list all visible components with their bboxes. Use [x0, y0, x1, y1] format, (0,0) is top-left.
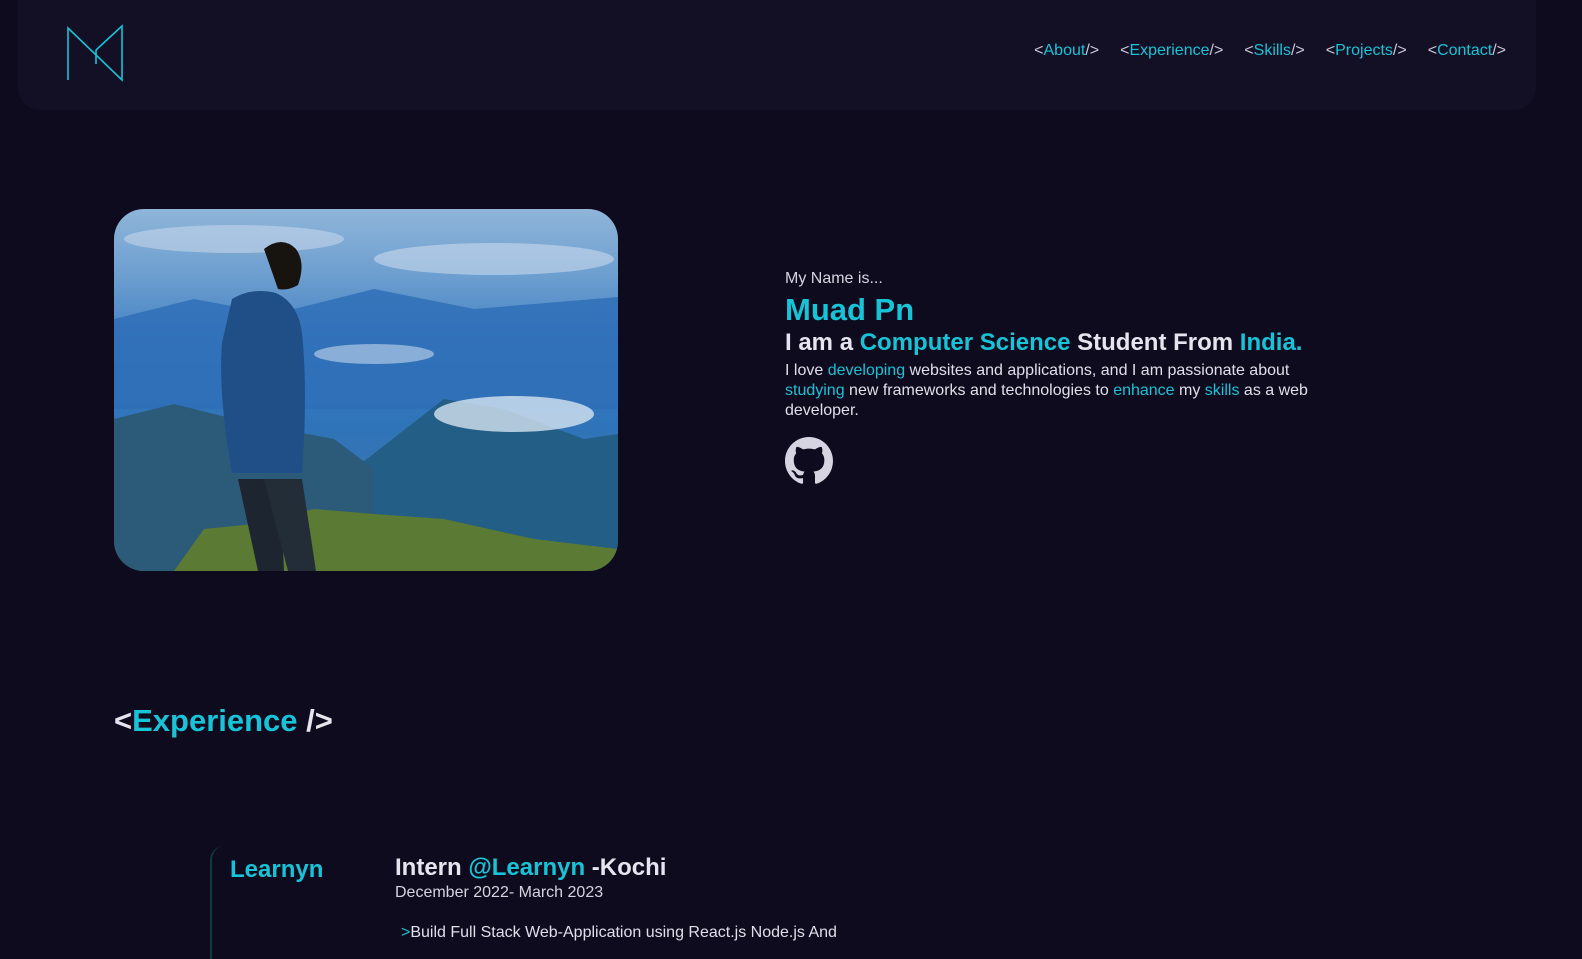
site-header: <About/> <Experience/> <Skills/> <Projec… [18, 0, 1536, 110]
profile-photo-illustration [114, 225, 618, 571]
intro-description: I love developing websites and applicati… [785, 362, 1308, 419]
nav-experience[interactable]: <Experience/> [1120, 42, 1223, 60]
experience-card: Learnyn Intern @Learnyn -Kochi December … [210, 846, 910, 959]
nav-about[interactable]: <About/> [1034, 42, 1099, 60]
job-bullet-point: >Build Full Stack Web-Application using … [401, 924, 837, 941]
nav-skills[interactable]: <Skills/> [1244, 42, 1304, 60]
name-heading: Muad Pn [785, 292, 915, 327]
logo-icon[interactable] [66, 24, 126, 82]
intro-section: My Name is... Muad Pn I am a Computer Sc… [785, 270, 1345, 485]
tagline: I am a Computer Science Student From Ind… [785, 329, 1303, 356]
profile-photo [114, 209, 618, 571]
job-details: Intern @Learnyn -Kochi December 2022- Ma… [395, 854, 915, 942]
github-icon[interactable] [785, 437, 833, 485]
job-dates: December 2022- March 2023 [395, 884, 604, 901]
greeting-text: My Name is... [785, 270, 883, 287]
experience-heading: <Experience /> [114, 703, 333, 738]
nav-projects[interactable]: <Projects/> [1326, 42, 1407, 60]
main-nav: <About/> <Experience/> <Skills/> <Projec… [1034, 42, 1506, 60]
job-title: Intern @Learnyn -Kochi [395, 854, 667, 881]
portfolio-page: <About/> <Experience/> <Skills/> <Projec… [0, 0, 1582, 959]
company-tab-learnyn[interactable]: Learnyn [230, 856, 323, 884]
nav-contact[interactable]: <Contact/> [1428, 42, 1506, 60]
